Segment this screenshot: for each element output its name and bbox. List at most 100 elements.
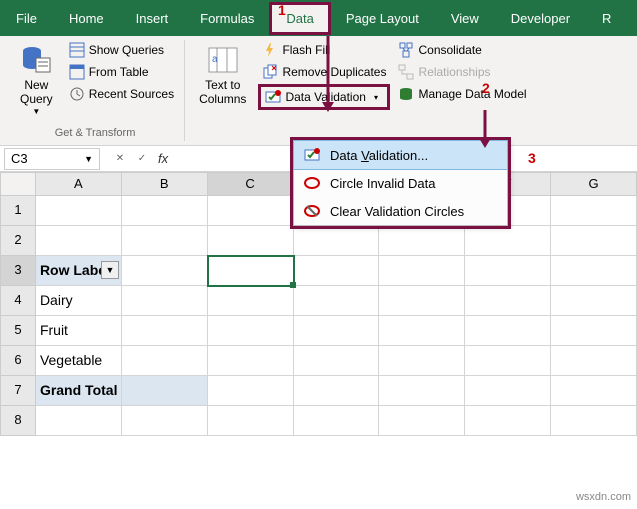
tab-home[interactable]: Home bbox=[53, 3, 120, 34]
filter-dropdown-button[interactable]: ▼ bbox=[101, 261, 119, 279]
cell-a7[interactable]: Grand Total bbox=[36, 376, 122, 406]
arrow-2-icon bbox=[477, 110, 493, 148]
new-query-button[interactable]: New Query ▼ bbox=[12, 40, 61, 125]
cell[interactable] bbox=[122, 316, 208, 346]
row-header[interactable]: 8 bbox=[0, 406, 36, 436]
cell[interactable] bbox=[294, 346, 380, 376]
cell[interactable] bbox=[208, 376, 294, 406]
cell[interactable] bbox=[294, 376, 380, 406]
consolidate-button[interactable]: Consolidate bbox=[394, 40, 530, 60]
cell[interactable] bbox=[294, 226, 380, 256]
cell[interactable] bbox=[122, 226, 208, 256]
cell[interactable] bbox=[208, 346, 294, 376]
name-box[interactable]: C3 ▼ bbox=[4, 148, 100, 170]
cell-a4[interactable]: Dairy bbox=[36, 286, 122, 316]
cell[interactable] bbox=[36, 196, 122, 226]
cell[interactable] bbox=[122, 196, 208, 226]
from-table-button[interactable]: From Table bbox=[65, 62, 178, 82]
cell[interactable] bbox=[551, 376, 637, 406]
cell[interactable] bbox=[551, 256, 637, 286]
row-header[interactable]: 4 bbox=[0, 286, 36, 316]
cell[interactable] bbox=[122, 256, 208, 286]
group-get-transform: New Query ▼ Show Queries From Table Rece… bbox=[6, 40, 185, 141]
cell[interactable] bbox=[551, 316, 637, 346]
col-header-g[interactable]: G bbox=[551, 172, 637, 196]
tab-formulas[interactable]: Formulas bbox=[184, 3, 270, 34]
cell[interactable] bbox=[208, 226, 294, 256]
cell[interactable] bbox=[465, 406, 551, 436]
relationships-label: Relationships bbox=[418, 65, 490, 79]
flash-fill-icon bbox=[262, 42, 278, 58]
cell[interactable] bbox=[122, 346, 208, 376]
cell[interactable] bbox=[294, 316, 380, 346]
cell[interactable] bbox=[465, 256, 551, 286]
cell[interactable] bbox=[465, 286, 551, 316]
dropdown-arrow-icon[interactable]: ▼ bbox=[84, 154, 93, 164]
cell[interactable] bbox=[294, 256, 380, 286]
cell[interactable] bbox=[36, 406, 122, 436]
col-header-b[interactable]: B bbox=[122, 172, 208, 196]
cell[interactable] bbox=[465, 376, 551, 406]
col-header-c[interactable]: C bbox=[208, 172, 294, 196]
cell[interactable] bbox=[465, 226, 551, 256]
cell[interactable] bbox=[208, 316, 294, 346]
menu-clear-circles[interactable]: Clear Validation Circles bbox=[294, 197, 507, 225]
tab-file[interactable]: File bbox=[0, 3, 53, 34]
menu-data-validation[interactable]: Data Validation... bbox=[293, 140, 508, 170]
cell[interactable] bbox=[294, 286, 380, 316]
cell[interactable] bbox=[379, 286, 465, 316]
group-label: Get & Transform bbox=[12, 125, 178, 141]
row-header[interactable]: 7 bbox=[0, 376, 36, 406]
tab-view[interactable]: View bbox=[435, 3, 495, 34]
cell[interactable] bbox=[465, 316, 551, 346]
tab-truncated[interactable]: R bbox=[586, 3, 627, 34]
annotation-2: 2 bbox=[482, 80, 490, 96]
cell[interactable] bbox=[465, 346, 551, 376]
cell[interactable] bbox=[551, 196, 637, 226]
cell-c3-active[interactable] bbox=[208, 256, 294, 286]
cell[interactable] bbox=[379, 316, 465, 346]
text-to-columns-button[interactable]: a Text to Columns bbox=[191, 40, 254, 141]
cell[interactable] bbox=[379, 406, 465, 436]
cell[interactable] bbox=[551, 286, 637, 316]
cell[interactable] bbox=[122, 406, 208, 436]
cell[interactable] bbox=[379, 226, 465, 256]
cell[interactable] bbox=[379, 256, 465, 286]
cell[interactable] bbox=[36, 226, 122, 256]
row-header[interactable]: 5 bbox=[0, 316, 36, 346]
cell[interactable] bbox=[551, 406, 637, 436]
cell[interactable] bbox=[122, 286, 208, 316]
data-validation-icon bbox=[265, 89, 281, 105]
col-header-a[interactable]: A bbox=[36, 172, 122, 196]
tab-page-layout[interactable]: Page Layout bbox=[330, 3, 435, 34]
tab-insert[interactable]: Insert bbox=[120, 3, 185, 34]
recent-sources-button[interactable]: Recent Sources bbox=[65, 84, 178, 104]
cell[interactable] bbox=[551, 346, 637, 376]
cell[interactable] bbox=[208, 406, 294, 436]
cell-a5[interactable]: Fruit bbox=[36, 316, 122, 346]
cell[interactable] bbox=[294, 406, 380, 436]
cell[interactable] bbox=[551, 226, 637, 256]
cell[interactable] bbox=[379, 376, 465, 406]
dropdown-arrow-icon[interactable]: ▾ bbox=[374, 93, 378, 102]
cell[interactable] bbox=[208, 286, 294, 316]
menu-circle-invalid[interactable]: Circle Invalid Data bbox=[294, 169, 507, 197]
remove-duplicates-icon bbox=[262, 64, 278, 80]
tab-developer[interactable]: Developer bbox=[495, 3, 586, 34]
cell[interactable] bbox=[379, 346, 465, 376]
show-queries-button[interactable]: Show Queries bbox=[65, 40, 178, 60]
row-header[interactable]: 2 bbox=[0, 226, 36, 256]
show-queries-label: Show Queries bbox=[89, 43, 164, 57]
row-header[interactable]: 1 bbox=[0, 196, 36, 226]
row-header[interactable]: 6 bbox=[0, 346, 36, 376]
select-all-corner[interactable] bbox=[0, 172, 36, 196]
row-header[interactable]: 3 bbox=[0, 256, 36, 286]
menu-item-label: Data Validation... bbox=[330, 148, 428, 163]
cell[interactable] bbox=[208, 196, 294, 226]
cell[interactable] bbox=[122, 376, 208, 406]
fx-icon[interactable]: fx bbox=[158, 151, 168, 166]
manage-data-model-button[interactable]: Manage Data Model bbox=[394, 84, 530, 104]
cell-a3[interactable]: Row Labels▼ bbox=[36, 256, 122, 286]
table-icon bbox=[69, 64, 85, 80]
cell-a6[interactable]: Vegetable bbox=[36, 346, 122, 376]
